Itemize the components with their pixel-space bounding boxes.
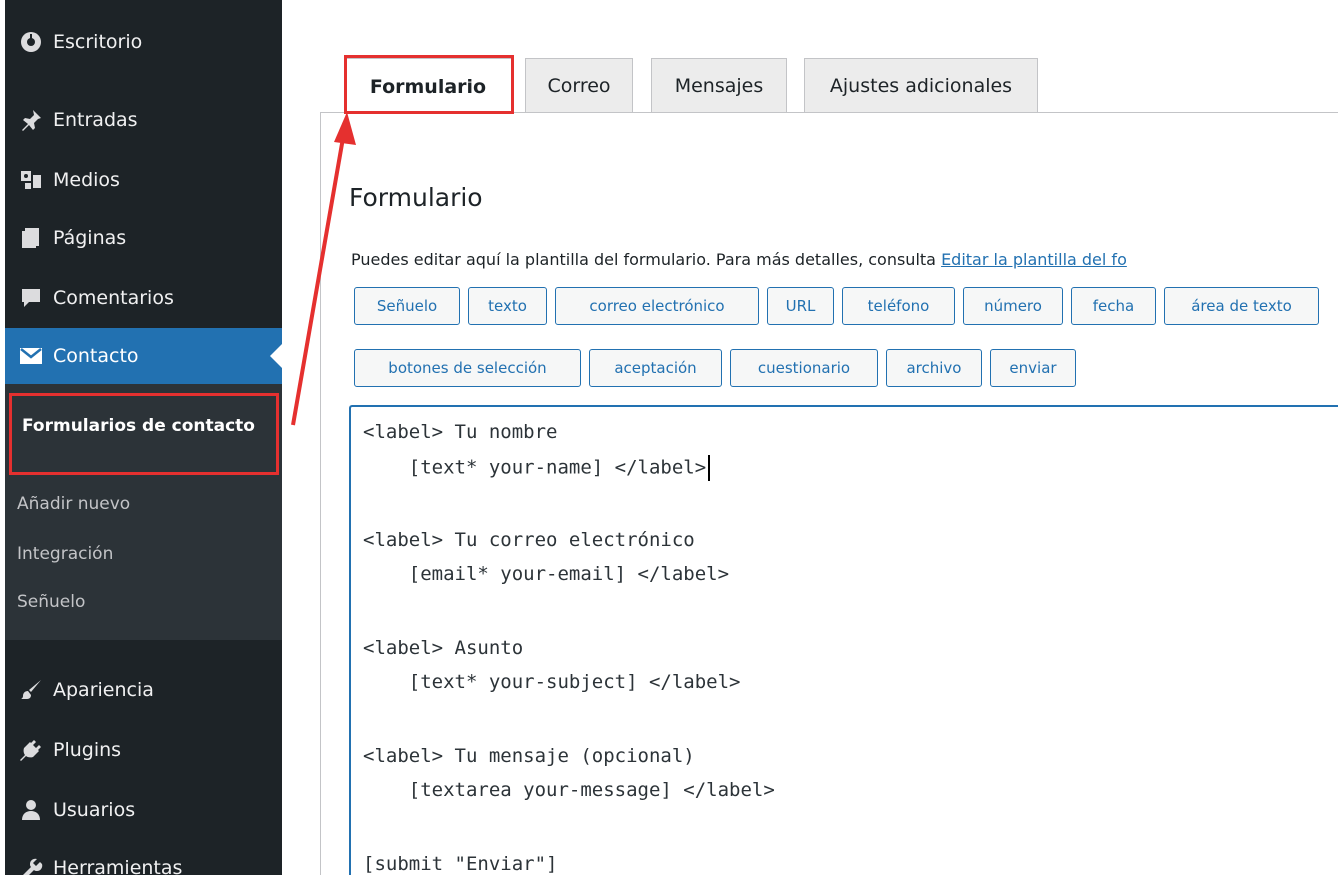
form-panel: Formulario Puedes editar aquí la plantil… [320,112,1338,875]
plug-icon [19,737,53,763]
tag-button-telefono[interactable]: teléfono [842,287,955,325]
menu-label: Páginas [53,227,127,249]
menu-item-usuarios[interactable]: Usuarios [5,782,282,838]
brush-icon [19,677,53,703]
code-line: [text* your-subject] </label> [363,671,741,693]
panel-title: Formulario [349,183,483,212]
menu-label: Comentarios [53,287,174,309]
tag-button-archivo[interactable]: archivo [886,349,982,387]
media-icon [19,167,53,193]
form-template-editor[interactable]: <label> Tu nombre [text* your-name] </la… [349,405,1338,875]
code-line: [submit "Enviar"] [363,853,558,875]
text-caret [708,455,711,481]
menu-item-escritorio[interactable]: Escritorio [5,14,282,70]
menu-label: Contacto [53,345,139,367]
submenu-item-anadir-nuevo[interactable]: Añadir nuevo [17,494,130,514]
dashboard-icon [19,29,53,55]
pin-icon [19,107,53,133]
menu-label: Usuarios [53,799,136,821]
submenu-item-senuelo[interactable]: Señuelo [17,592,85,612]
tag-button-url[interactable]: URL [767,287,834,325]
edit-template-link[interactable]: Editar la plantilla del fo [941,250,1127,269]
code-line: <label> Tu nombre [363,421,558,443]
tag-button-enviar[interactable]: enviar [990,349,1076,387]
tag-button-correo[interactable]: correo electrónico [555,287,759,325]
main-content: Formulario Correo Mensajes Ajustes adici… [282,0,1338,875]
submenu-item-integracion[interactable]: Integración [17,544,113,564]
menu-item-contacto[interactable]: Contacto [5,328,282,384]
menu-item-plugins[interactable]: Plugins [5,722,282,778]
menu-label: Entradas [53,109,138,131]
panel-description: Puedes editar aquí la plantilla del form… [351,250,1127,269]
tab-ajustes-adicionales[interactable]: Ajustes adicionales [804,58,1038,113]
contacto-submenu: Formularios de contacto Añadir nuevo Int… [5,384,282,640]
submenu-item-formularios[interactable]: Formularios de contacto [9,393,279,475]
tab-correo[interactable]: Correo [525,58,633,113]
menu-label: Plugins [53,739,122,761]
code-line: <label> Asunto [363,637,524,659]
tag-button-numero[interactable]: número [963,287,1063,325]
code-line: [text* your-name] </label> [363,456,707,479]
user-icon [19,797,53,823]
tag-button-texto[interactable]: texto [468,287,547,325]
menu-item-entradas[interactable]: Entradas [5,92,282,148]
menu-item-paginas[interactable]: Páginas [5,210,282,266]
menu-label: Escritorio [53,31,143,53]
comment-icon [19,285,53,311]
code-line: <label> Tu mensaje (opcional) [363,745,695,767]
menu-item-herramientas[interactable]: Herramientas [5,840,282,875]
page-icon [19,225,53,251]
description-text: Puedes editar aquí la plantilla del form… [351,250,942,269]
tag-button-cuestionario[interactable]: cuestionario [730,349,878,387]
menu-item-comentarios[interactable]: Comentarios [5,270,282,326]
code-line: [email* your-email] </label> [363,563,730,585]
code-line-with-caret: [text* your-name] </label> [363,455,711,481]
tab-formulario[interactable]: Formulario [344,58,512,114]
code-line: <label> Tu correo electrónico [363,529,695,551]
tab-mensajes[interactable]: Mensajes [651,58,787,113]
menu-item-medios[interactable]: Medios [5,152,282,208]
wrench-icon [19,855,53,875]
code-line: [textarea your-message] </label> [363,779,775,801]
tag-button-senuelo[interactable]: Señuelo [354,287,460,325]
tag-button-botones-de-seleccion[interactable]: botones de selección [354,349,581,387]
admin-sidebar: Escritorio Entradas Medios Páginas Comen… [5,0,282,875]
tag-button-fecha[interactable]: fecha [1071,287,1156,325]
envelope-icon [19,343,53,369]
menu-label: Medios [53,169,120,191]
form-tabs: Formulario Correo Mensajes Ajustes adici… [320,56,1338,114]
tag-button-aceptacion[interactable]: aceptación [589,349,722,387]
tag-button-area-de-texto[interactable]: área de texto [1164,287,1319,325]
menu-label: Apariencia [53,679,154,701]
menu-item-apariencia[interactable]: Apariencia [5,662,282,718]
menu-label: Herramientas [53,857,183,875]
